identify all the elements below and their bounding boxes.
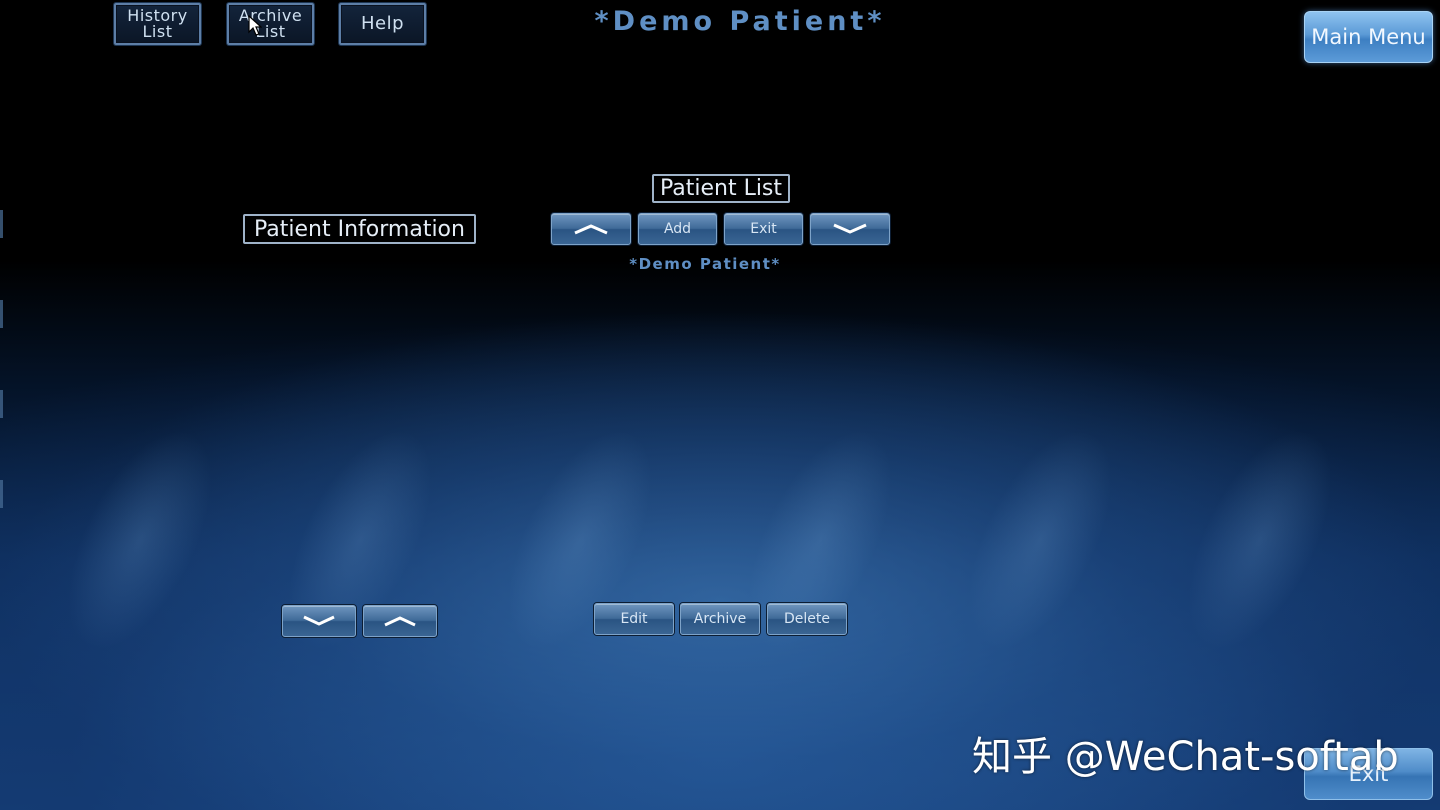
patient-list-down-button[interactable]	[810, 213, 890, 245]
background-light-streak	[939, 430, 1141, 650]
background-light-streak	[39, 430, 241, 650]
archive-button[interactable]: Archive	[680, 603, 760, 635]
patient-list-text: Patient List	[659, 176, 783, 201]
help-label: Help	[360, 13, 405, 34]
add-patient-button[interactable]: Add	[638, 213, 717, 245]
left-edge-mark	[0, 210, 3, 238]
delete-label: Delete	[784, 611, 830, 627]
left-edge-mark	[0, 480, 3, 508]
patient-list-label: Patient List	[652, 174, 790, 203]
edit-button[interactable]: Edit	[594, 603, 674, 635]
history-list-label: History List	[127, 6, 188, 41]
page-title: *Demo Patient*	[594, 6, 886, 37]
patient-info-up-button[interactable]	[363, 605, 437, 637]
edit-label: Edit	[620, 611, 648, 627]
chevron-up-icon	[573, 223, 609, 235]
patient-list-exit-button[interactable]: Exit	[724, 213, 803, 245]
left-edge-mark	[0, 300, 3, 328]
chevron-down-icon	[302, 615, 336, 627]
watermark-text: 知乎 @WeChat-softab	[972, 734, 1399, 780]
patient-list-up-button[interactable]	[551, 213, 631, 245]
archive-label: Archive	[693, 611, 747, 627]
chevron-up-icon	[383, 615, 417, 627]
patient-information-label: Patient Information	[243, 214, 476, 244]
chevron-down-icon	[832, 223, 868, 235]
archive-list-button[interactable]: Archive List	[227, 3, 314, 45]
delete-button[interactable]: Delete	[767, 603, 847, 635]
main-menu-label: Main Menu	[1311, 25, 1426, 49]
patient-list-exit-label: Exit	[750, 221, 777, 237]
left-edge-mark	[0, 390, 3, 418]
patient-information-text: Patient Information	[254, 216, 465, 242]
help-button[interactable]: Help	[339, 3, 426, 45]
patient-list-item[interactable]: *Demo Patient*	[600, 255, 810, 273]
main-menu-button[interactable]: Main Menu	[1304, 11, 1433, 63]
add-patient-label: Add	[663, 221, 692, 237]
mouse-pointer-icon	[248, 14, 263, 41]
patient-info-down-button[interactable]	[282, 605, 356, 637]
history-list-button[interactable]: History List	[114, 3, 201, 45]
background-light-streak	[1159, 430, 1361, 650]
